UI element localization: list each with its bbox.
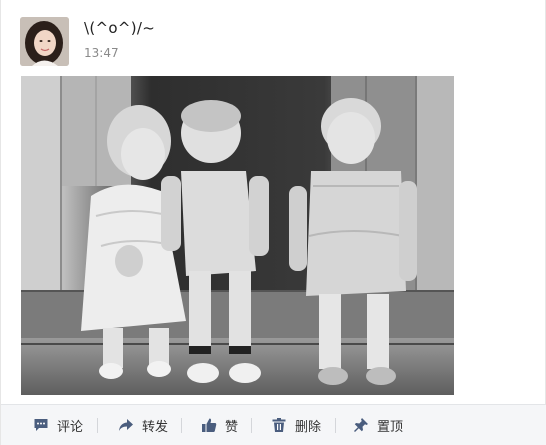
divider bbox=[97, 418, 98, 433]
thumbs-up-icon bbox=[202, 418, 217, 432]
divider bbox=[251, 418, 252, 433]
post-card: \(^o^)/~ 13:47 评论 转发 赞 删除 置顶 bbox=[0, 0, 546, 445]
like-label: 赞 bbox=[225, 419, 239, 435]
forward-icon bbox=[119, 419, 133, 431]
delete-label: 删除 bbox=[295, 419, 322, 435]
trash-icon bbox=[272, 418, 286, 432]
divider bbox=[181, 418, 182, 433]
pin-icon bbox=[354, 418, 368, 432]
forward-label: 转发 bbox=[142, 419, 169, 435]
forward-button[interactable]: 转发 bbox=[118, 405, 168, 445]
comment-label: 评论 bbox=[57, 419, 84, 435]
post-photo[interactable] bbox=[21, 76, 454, 395]
pin-button[interactable]: 置顶 bbox=[353, 405, 403, 445]
pin-label: 置顶 bbox=[377, 419, 404, 435]
timestamp: 13:47 bbox=[84, 46, 119, 60]
avatar[interactable] bbox=[20, 17, 69, 66]
comment-button[interactable]: 评论 bbox=[33, 405, 83, 445]
avatar-photo bbox=[20, 17, 69, 66]
like-button[interactable]: 赞 bbox=[201, 405, 238, 445]
divider bbox=[335, 418, 336, 433]
action-toolbar: 评论 转发 赞 删除 置顶 bbox=[1, 404, 546, 445]
comment-icon bbox=[34, 419, 48, 431]
delete-button[interactable]: 删除 bbox=[271, 405, 321, 445]
username[interactable]: \(^o^)/~ bbox=[84, 19, 155, 37]
